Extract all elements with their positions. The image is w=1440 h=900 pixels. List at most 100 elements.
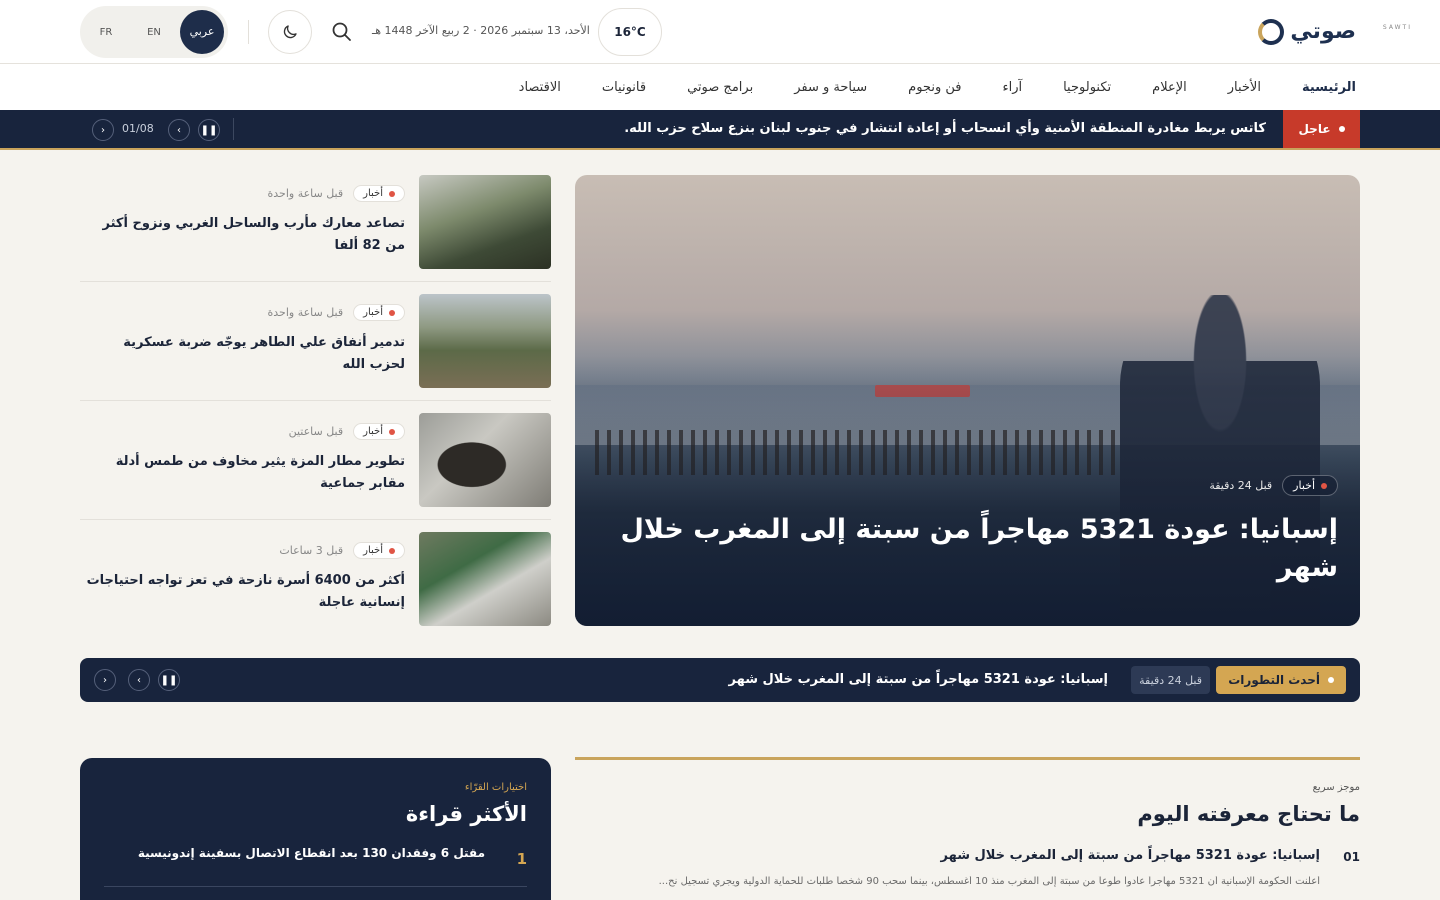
most-read-title: الأكثر قراءة bbox=[405, 802, 527, 826]
list-item[interactable]: أخبار قبل 3 ساعات أكثر من 6400 أسرة نازح… bbox=[80, 532, 551, 626]
developments-pause-button[interactable]: ❚❚ bbox=[158, 669, 180, 691]
category-dot-icon bbox=[389, 190, 395, 197]
category-dot-icon bbox=[389, 428, 395, 435]
lang-fr[interactable]: FR bbox=[84, 27, 128, 38]
category-dot-icon bbox=[389, 309, 395, 316]
category-badge[interactable]: أخبار bbox=[353, 423, 405, 440]
logo-subtext: SAWTI bbox=[1382, 24, 1412, 31]
nav-travel[interactable]: سياحة و سفر bbox=[794, 80, 867, 95]
search-button[interactable] bbox=[330, 20, 354, 44]
chevron-left-icon: ‹ bbox=[103, 674, 107, 686]
nav-technology[interactable]: تكنولوجيا bbox=[1063, 80, 1111, 95]
ticker-prev-button[interactable]: ‹ bbox=[92, 119, 114, 141]
chevron-right-icon: › bbox=[137, 674, 141, 686]
most-read-divider bbox=[104, 886, 527, 887]
nav-opinion[interactable]: آراء bbox=[1002, 80, 1022, 95]
nav-economy[interactable]: الاقتصاد bbox=[519, 80, 561, 95]
quick-brief-section: موجز سريع ما تحتاج معرفته اليوم 01 إسبان… bbox=[575, 757, 1360, 887]
category-badge[interactable]: أخبار bbox=[353, 185, 405, 202]
news-meta: أخبار قبل ساعة واحدة bbox=[267, 304, 405, 321]
hero-category-text: أخبار bbox=[1293, 479, 1315, 492]
list-item[interactable]: أخبار قبل ساعة واحدة تصاعد معارك مأرب وا… bbox=[80, 175, 551, 269]
nav-media[interactable]: الإعلام bbox=[1152, 80, 1187, 95]
category-badge[interactable]: أخبار bbox=[353, 542, 405, 559]
news-meta: أخبار قبل ساعة واحدة bbox=[267, 185, 405, 202]
list-item[interactable]: أخبار قبل ساعتين تطوير مطار المزة يثير م… bbox=[80, 413, 551, 507]
hero-title[interactable]: إسبانيا: عودة 5321 مهاجراً من سبتة إلى ا… bbox=[618, 511, 1338, 587]
category-text: أخبار bbox=[363, 307, 383, 318]
breaking-label-text: عاجل bbox=[1298, 122, 1331, 136]
news-title[interactable]: تدمير أنفاق علي الطاهر يوجّه ضربة عسكرية… bbox=[85, 332, 405, 376]
lang-ar[interactable]: عربي bbox=[180, 10, 224, 54]
pause-icon: ❚❚ bbox=[160, 674, 178, 686]
category-text: أخبار bbox=[363, 545, 383, 556]
news-title[interactable]: أكثر من 6400 أسرة نازحة في تعز تواجه احت… bbox=[85, 570, 405, 614]
nav-news[interactable]: الأخبار bbox=[1228, 80, 1261, 95]
developments-label: أحدث التطورات bbox=[1216, 666, 1346, 694]
list-item[interactable]: أخبار قبل ساعة واحدة تدمير أنفاق علي الط… bbox=[80, 294, 551, 388]
ticker-divider bbox=[233, 118, 234, 140]
most-read-rank: 1 bbox=[516, 850, 527, 868]
hero-category-badge[interactable]: أخبار bbox=[1282, 475, 1338, 496]
top-bar: صوتي SAWTI 16°C الأحد، 13 سبتمبر 2026 · … bbox=[0, 0, 1440, 64]
news-thumbnail bbox=[419, 413, 551, 507]
category-text: أخبار bbox=[363, 426, 383, 437]
language-switcher: عربي EN FR bbox=[80, 6, 228, 58]
category-dot-icon bbox=[389, 547, 395, 554]
news-time: قبل ساعة واحدة bbox=[267, 187, 344, 200]
news-title[interactable]: تطوير مطار المزة يثير مخاوف من طمس أدلة … bbox=[85, 451, 405, 495]
logo-mark-icon bbox=[1258, 19, 1285, 45]
developments-next-button[interactable]: › bbox=[128, 669, 150, 691]
most-read-kicker: اختيارات القرّاء bbox=[464, 782, 527, 793]
most-read-section: اختيارات القرّاء الأكثر قراءة 1 مقتل 6 و… bbox=[80, 758, 551, 900]
chevron-right-icon: › bbox=[177, 124, 181, 136]
hero-time: قبل 24 دقيقة bbox=[1209, 479, 1273, 492]
date-line: الأحد، 13 سبتمبر 2026 · 2 ربيع الآخر 144… bbox=[372, 24, 590, 37]
latest-developments-bar: أحدث التطورات قبل 24 دقيقة إسبانيا: عودة… bbox=[80, 658, 1360, 702]
nav-legal[interactable]: قانونيات bbox=[602, 80, 646, 95]
list-divider bbox=[80, 281, 551, 282]
ticker-pause-button[interactable]: ❚❚ bbox=[198, 119, 220, 141]
live-dot-icon bbox=[1328, 677, 1334, 683]
main-nav: الرئيسية الأخبار الإعلام تكنولوجيا آراء … bbox=[0, 64, 1440, 110]
hero-meta: أخبار قبل 24 دقيقة bbox=[1209, 475, 1338, 496]
news-meta: أخبار قبل 3 ساعات bbox=[279, 542, 405, 559]
news-meta: أخبار قبل ساعتين bbox=[289, 423, 405, 440]
pause-icon: ❚❚ bbox=[200, 124, 218, 136]
live-dot-icon bbox=[1338, 126, 1345, 132]
brief-kicker: موجز سريع bbox=[1312, 782, 1360, 793]
category-text: أخبار bbox=[363, 188, 383, 199]
hero-story[interactable]: أخبار قبل 24 دقيقة إسبانيا: عودة 5321 مه… bbox=[575, 175, 1360, 626]
theme-toggle-button[interactable] bbox=[268, 10, 312, 54]
logo-text: صوتي bbox=[1290, 19, 1356, 44]
nav-home[interactable]: الرئيسية bbox=[1302, 80, 1356, 95]
developments-prev-button[interactable]: ‹ bbox=[94, 669, 116, 691]
developments-headline[interactable]: إسبانيا: عودة 5321 مهاجراً من سبتة إلى ا… bbox=[729, 658, 1108, 702]
breaking-label: عاجل bbox=[1283, 110, 1360, 148]
news-time: قبل 3 ساعات bbox=[279, 544, 344, 557]
developments-time: قبل 24 دقيقة bbox=[1131, 666, 1210, 694]
brief-item-title[interactable]: إسبانيا: عودة 5321 مهاجراً من سبتة إلى ا… bbox=[941, 848, 1320, 863]
news-time: قبل ساعة واحدة bbox=[267, 306, 344, 319]
developments-label-text: أحدث التطورات bbox=[1228, 673, 1320, 687]
breaking-headline[interactable]: كاتس يربط مغادرة المنطقة الأمنية وأي انس… bbox=[624, 110, 1266, 148]
most-read-item-title[interactable]: مقتل 6 وفقدان 130 بعد انقطاع الاتصال بسف… bbox=[138, 846, 485, 860]
category-dot-icon bbox=[1321, 482, 1327, 489]
header-divider bbox=[248, 20, 249, 44]
category-badge[interactable]: أخبار bbox=[353, 304, 405, 321]
news-thumbnail bbox=[419, 532, 551, 626]
news-title[interactable]: تصاعد معارك مأرب والساحل الغربي ونزوح أك… bbox=[85, 213, 405, 257]
news-thumbnail bbox=[419, 175, 551, 269]
brief-title: ما تحتاج معرفته اليوم bbox=[1137, 802, 1360, 826]
site-logo[interactable]: صوتي bbox=[1258, 16, 1356, 48]
search-icon bbox=[332, 22, 351, 41]
weather-badge: 16°C bbox=[598, 8, 662, 56]
brief-item-description: أعلنت الحكومة الإسبانية أن 5321 مهاجراً … bbox=[658, 876, 1320, 887]
ticker-counter: 01/08 bbox=[122, 122, 154, 135]
nav-sawti-programs[interactable]: برامج صوتي bbox=[687, 80, 753, 95]
nav-art-stars[interactable]: فن ونجوم bbox=[908, 80, 961, 95]
lang-en[interactable]: EN bbox=[132, 27, 176, 38]
breaking-ticker: عاجل كاتس يربط مغادرة المنطقة الأمنية وأ… bbox=[0, 110, 1440, 150]
ticker-next-button[interactable]: › bbox=[168, 119, 190, 141]
chevron-left-icon: ‹ bbox=[101, 124, 105, 136]
